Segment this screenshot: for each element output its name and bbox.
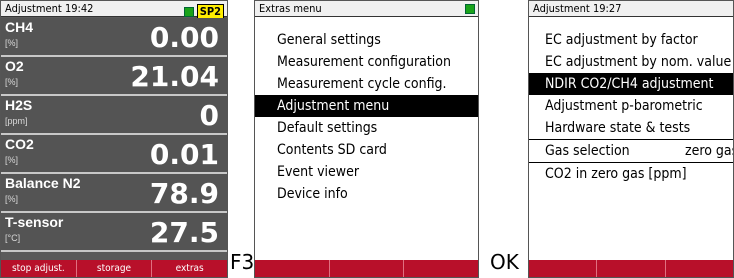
gas-value: 27.5 xyxy=(149,216,219,249)
menu-item-event-viewer[interactable]: Event viewer xyxy=(255,161,478,183)
measurement-row-ch4: CH4 [%] 0.00 xyxy=(1,18,227,57)
storage-softkey[interactable]: storage xyxy=(77,260,153,277)
screen-title: Adjustment 19:42 xyxy=(5,2,94,15)
measurement-row-h2s: H2S [ppm] 0 xyxy=(1,96,227,135)
screen-title: Extras menu xyxy=(259,2,322,15)
menu-item-adjustment-menu[interactable]: Adjustment menu xyxy=(255,95,478,117)
gas-selection-label: Gas selection xyxy=(545,143,630,159)
measurement-row-o2: O2 [%] 21.04 xyxy=(1,57,227,96)
gas-value: 78.9 xyxy=(149,177,219,210)
menu-item-measurement-cycle-config[interactable]: Measurement cycle config. xyxy=(255,73,478,95)
menu-item-measurement-configuration[interactable]: Measurement configuration xyxy=(255,51,478,73)
softkey-2[interactable] xyxy=(330,260,405,277)
gas-selection-value: zero gas xyxy=(685,143,734,159)
softkey-1[interactable] xyxy=(255,260,330,277)
extras-menu-screen: Extras menu General settings Measurement… xyxy=(254,0,479,278)
stop-adjust-softkey[interactable]: stop adjust. xyxy=(1,260,77,277)
sp2-badge: SP2 xyxy=(196,4,224,19)
status-indicator-icon xyxy=(465,4,475,14)
status-bar: Adjustment 19:42 SP2 xyxy=(1,1,227,19)
gas-name: CO2 xyxy=(5,136,34,152)
extras-menu-list: General settings Measurement configurati… xyxy=(255,29,478,205)
gas-name: T-sensor xyxy=(5,214,64,230)
menu-item-device-info[interactable]: Device info xyxy=(255,183,478,205)
gas-value: 0.01 xyxy=(149,138,219,171)
ok-key-label: OK xyxy=(490,250,519,274)
status-indicator-icon xyxy=(183,6,194,17)
softkey-bar: stop adjust. storage extras xyxy=(1,260,227,277)
softkey-3[interactable] xyxy=(666,260,733,277)
gas-unit: [%] xyxy=(5,38,19,48)
gas-name: Balance N2 xyxy=(5,175,81,191)
co2-zero-gas-field[interactable]: CO2 in zero gas [ppm] xyxy=(529,163,733,185)
gas-unit: [%] xyxy=(5,155,19,165)
gas-name: CH4 xyxy=(5,19,34,35)
gas-name: H2S xyxy=(5,97,33,113)
menu-item-adjustment-p-barometric[interactable]: Adjustment p-barometric xyxy=(529,95,733,117)
status-bar: Adjustment 19:27 xyxy=(529,1,733,17)
gas-value: 0 xyxy=(199,99,219,132)
gas-unit: [ppm] xyxy=(5,116,28,126)
softkey-1[interactable] xyxy=(529,260,598,277)
measurement-screen: Adjustment 19:42 SP2 CH4 [%] 0.00 O2 [%]… xyxy=(0,0,228,278)
menu-item-ec-adjustment-by-nom-value[interactable]: EC adjustment by nom. value xyxy=(529,51,733,73)
gas-value: 0.00 xyxy=(149,21,219,54)
softkey-bar xyxy=(255,260,478,277)
menu-item-ec-adjustment-by-factor[interactable]: EC adjustment by factor xyxy=(529,29,733,51)
adjustment-menu-list: EC adjustment by factor EC adjustment by… xyxy=(529,29,733,185)
softkey-3[interactable] xyxy=(404,260,478,277)
gas-unit: [%] xyxy=(5,194,19,204)
gas-name: O2 xyxy=(5,58,24,74)
gas-value: 21.04 xyxy=(130,60,219,93)
gas-selection-field[interactable]: Gas selection zero gas xyxy=(529,139,733,163)
extras-softkey[interactable]: extras xyxy=(152,260,227,277)
measurement-row-t-sensor: T-sensor [°C] 27.5 xyxy=(1,213,227,252)
menu-item-ndir-co2-ch4-adjustment[interactable]: NDIR CO2/CH4 adjustment xyxy=(529,73,733,95)
gas-unit: [%] xyxy=(5,77,19,87)
status-bar: Extras menu xyxy=(255,1,478,17)
menu-item-hardware-state-tests[interactable]: Hardware state & tests xyxy=(529,117,733,139)
gas-unit: [°C] xyxy=(5,233,21,243)
menu-item-default-settings[interactable]: Default settings xyxy=(255,117,478,139)
menu-item-contents-sd-card[interactable]: Contents SD card xyxy=(255,139,478,161)
measurement-row-balance-n2: Balance N2 [%] 78.9 xyxy=(1,174,227,213)
softkey-bar xyxy=(529,260,733,277)
softkey-2[interactable] xyxy=(597,260,666,277)
menu-item-general-settings[interactable]: General settings xyxy=(255,29,478,51)
f3-key-label: F3 xyxy=(230,250,255,274)
measurement-row-co2: CO2 [%] 0.01 xyxy=(1,135,227,174)
screen-title: Adjustment 19:27 xyxy=(533,2,622,15)
adjustment-menu-screen: Adjustment 19:27 EC adjustment by factor… xyxy=(528,0,734,278)
